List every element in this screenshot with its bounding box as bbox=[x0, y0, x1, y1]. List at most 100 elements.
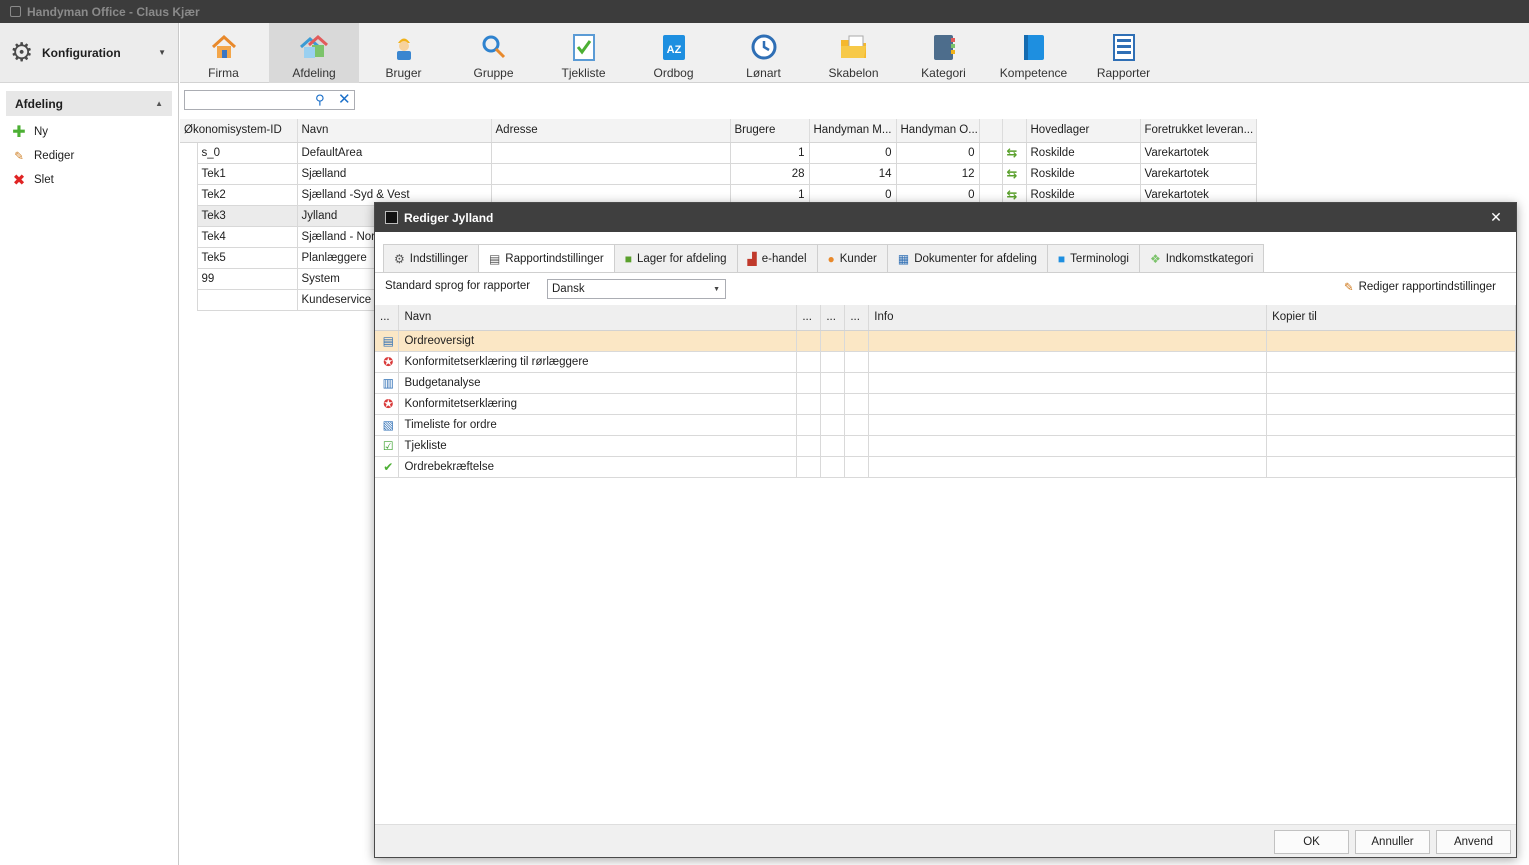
col-option-3[interactable]: ... bbox=[844, 305, 870, 331]
table-row[interactable]: ☑ Tjekliste bbox=[375, 435, 1516, 457]
table-row[interactable]: ▤ Ordreoversigt bbox=[375, 330, 1516, 352]
configuration-dropdown[interactable]: ⚙ Konfiguration ▼ bbox=[0, 23, 178, 83]
cancel-button[interactable]: Annuller bbox=[1355, 830, 1430, 854]
table-row[interactable]: Tek1 Sjælland 28 14 12 ⇆ Roskilde Vareka… bbox=[180, 162, 1257, 185]
cell-supplier: Varekartotek bbox=[1139, 162, 1257, 185]
delete-action[interactable]: ✖ Slet bbox=[0, 168, 178, 192]
tab-label: Rapportindstillinger bbox=[505, 253, 604, 265]
checkbox-icon: ☑ bbox=[375, 435, 400, 457]
ribbon-firma-button[interactable]: Firma bbox=[180, 23, 267, 83]
col-adresse[interactable]: Adresse bbox=[491, 119, 731, 143]
apply-button[interactable]: Anvend bbox=[1436, 830, 1511, 854]
checklist-icon bbox=[569, 32, 599, 62]
edit-label: Rediger bbox=[34, 150, 75, 162]
category-book-icon bbox=[929, 32, 959, 62]
ribbon-badge-icon: ✪ bbox=[375, 351, 400, 373]
table-row[interactable]: ▥ Budgetanalyse bbox=[375, 372, 1516, 394]
col-hovedlager[interactable]: Hovedlager bbox=[1026, 119, 1141, 143]
ribbon-ordbog-button[interactable]: AZ Ordbog bbox=[630, 23, 717, 83]
table-row[interactable]: ▧ Timeliste for ordre bbox=[375, 414, 1516, 436]
ribbon-gruppe-button[interactable]: Gruppe bbox=[450, 23, 537, 83]
table-row[interactable]: ✪ Konformitetserklæring bbox=[375, 393, 1516, 415]
col-blank-1[interactable] bbox=[979, 119, 1003, 143]
cell-id: Tek5 bbox=[196, 246, 298, 269]
cell-id: Tek2 bbox=[196, 183, 298, 206]
col-copy-to[interactable]: Kopier til bbox=[1266, 305, 1516, 331]
afdeling-section-header[interactable]: Afdeling ▲ bbox=[6, 91, 172, 116]
ribbon-toolbar: Firma Afdeling Bruger Gruppe Tjekliste A… bbox=[180, 23, 1529, 83]
col-navn[interactable]: Navn bbox=[297, 119, 492, 143]
ribbon-rapporter-button[interactable]: Rapporter bbox=[1080, 23, 1167, 83]
ribbon-afdeling-button[interactable]: Afdeling bbox=[269, 23, 359, 83]
col-handyman-m[interactable]: Handyman M... bbox=[809, 119, 897, 143]
cell-id: Tek4 bbox=[196, 225, 298, 248]
table-row[interactable]: ✔ Ordrebekræftelse bbox=[375, 456, 1516, 478]
group-icon bbox=[479, 32, 509, 62]
cell-users: 1 bbox=[729, 141, 810, 164]
tab-dokumenter[interactable]: ▦ Dokumenter for afdeling bbox=[886, 244, 1048, 272]
col-icon[interactable]: ... bbox=[375, 305, 400, 331]
delete-label: Slet bbox=[34, 174, 54, 186]
search-input[interactable] bbox=[185, 91, 309, 109]
tab-lager[interactable]: ■ Lager for afdeling bbox=[613, 244, 738, 272]
tab-indstillinger[interactable]: ⚙ Indstillinger bbox=[383, 244, 479, 272]
tab-label: Indkomstkategori bbox=[1165, 252, 1254, 265]
edit-icon: ✎ bbox=[14, 151, 24, 163]
tab-indkomstkategori[interactable]: ❖ Indkomstkategori bbox=[1138, 244, 1265, 272]
plus-icon: ✚ bbox=[12, 124, 26, 141]
left-pane: ⚙ Konfiguration ▼ Afdeling ▲ ✚ Ny ✎ Redi… bbox=[0, 23, 179, 865]
col-blank-2[interactable] bbox=[1002, 119, 1027, 143]
col-option-2[interactable]: ... bbox=[820, 305, 846, 331]
dialog-footer: OK Annuller Anvend bbox=[375, 824, 1516, 857]
tab-rapportindstillinger[interactable]: ▤ Rapportindstillinger bbox=[477, 244, 615, 273]
report-name: Ordrebekræftelse bbox=[398, 456, 798, 478]
col-option-1[interactable]: ... bbox=[796, 305, 822, 331]
tab-ehandel[interactable]: ▟ e-handel bbox=[736, 244, 818, 272]
edit-action[interactable]: ✎ Rediger bbox=[0, 144, 178, 168]
ok-button[interactable]: OK bbox=[1274, 830, 1349, 854]
cell-id: s_0 bbox=[196, 141, 298, 164]
col-brugere[interactable]: Brugere bbox=[730, 119, 810, 143]
new-action[interactable]: ✚ Ny bbox=[0, 120, 178, 144]
section-title: Afdeling bbox=[15, 96, 63, 111]
ribbon-bruger-button[interactable]: Bruger bbox=[360, 23, 447, 83]
timesheet-icon: ▧ bbox=[375, 414, 400, 436]
search-icon[interactable]: ⚲ bbox=[315, 92, 325, 108]
edit-report-settings-button[interactable]: ✎ Rediger rapportindstillinger bbox=[1344, 280, 1496, 294]
reports-icon bbox=[1109, 32, 1139, 62]
ribbon-skabelon-button[interactable]: Skabelon bbox=[810, 23, 897, 83]
order-overview-icon: ▤ bbox=[375, 330, 400, 352]
tab-terminologi[interactable]: ■ Terminologi bbox=[1046, 244, 1140, 272]
app-icon bbox=[10, 6, 21, 17]
ribbon-badge-icon: ✪ bbox=[375, 393, 400, 415]
ribbon-lonart-label: Lønart bbox=[746, 66, 781, 80]
report-settings-panel: Standard sprog for rapporter Dansk ▼ ✎ R… bbox=[375, 272, 1516, 826]
col-handyman-o[interactable]: Handyman O... bbox=[896, 119, 980, 143]
table-row[interactable]: s_0 DefaultArea 1 0 0 ⇆ Roskilde Varekar… bbox=[180, 141, 1257, 164]
ribbon-lonart-button[interactable]: Lønart bbox=[720, 23, 807, 83]
close-icon[interactable]: ✕ bbox=[1476, 209, 1516, 226]
edit-icon: ✎ bbox=[1343, 282, 1354, 294]
income-icon: ❖ bbox=[1149, 251, 1161, 266]
gear-icon: ⚙ bbox=[394, 251, 405, 266]
cell-handyman-m: 0 bbox=[808, 141, 897, 164]
col-report-name[interactable]: Navn bbox=[398, 305, 798, 331]
col-info[interactable]: Info bbox=[868, 305, 1268, 331]
col-okonomi-id[interactable]: Økonomisystem-ID bbox=[180, 119, 298, 143]
ribbon-kategori-label: Kategori bbox=[921, 66, 966, 80]
dialog-tabs: ⚙ Indstillinger ▤ Rapportindstillinger ■… bbox=[383, 244, 1265, 273]
ribbon-tjekliste-button[interactable]: Tjekliste bbox=[540, 23, 627, 83]
cell-handyman-m: 14 bbox=[808, 162, 897, 185]
budget-icon: ▥ bbox=[375, 372, 400, 394]
clear-search-icon[interactable]: ✕ bbox=[338, 90, 351, 108]
language-select[interactable]: Dansk ▼ bbox=[547, 279, 726, 299]
table-row[interactable]: ✪ Konformitetserklæring til rørlæggere bbox=[375, 351, 1516, 373]
tab-kunder[interactable]: ● Kunder bbox=[816, 244, 888, 272]
col-foretrukket-leverandor[interactable]: Foretrukket leveran... bbox=[1140, 119, 1257, 143]
ribbon-kategori-button[interactable]: Kategori bbox=[900, 23, 987, 83]
cell-address bbox=[490, 141, 731, 164]
cell-name: Sjælland bbox=[296, 162, 492, 185]
window-title-bar: Handyman Office - Claus Kjær bbox=[0, 0, 1529, 23]
ribbon-kompetence-button[interactable]: Kompetence bbox=[990, 23, 1077, 83]
printer-icon: ▤ bbox=[488, 252, 501, 266]
